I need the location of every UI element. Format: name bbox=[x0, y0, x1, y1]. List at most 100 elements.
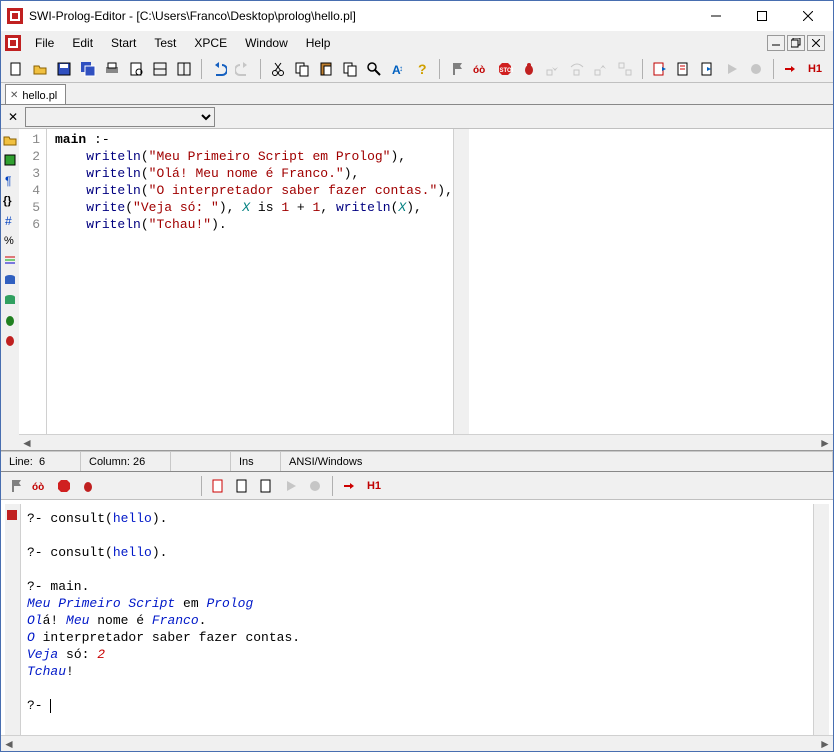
split-horizontal-icon[interactable] bbox=[149, 58, 171, 80]
copy-icon[interactable] bbox=[291, 58, 313, 80]
h1-icon[interactable]: H1 bbox=[804, 58, 826, 80]
to-h-icon[interactable] bbox=[780, 58, 802, 80]
open-file-icon[interactable] bbox=[29, 58, 51, 80]
menu-file[interactable]: File bbox=[27, 33, 62, 53]
goto-line-icon[interactable] bbox=[232, 475, 254, 497]
trace-icon[interactable]: óò bbox=[29, 475, 51, 497]
run-icon[interactable] bbox=[721, 58, 743, 80]
font-icon[interactable]: A↕ bbox=[387, 58, 409, 80]
mdi-controls bbox=[767, 35, 829, 51]
paste-icon[interactable] bbox=[315, 58, 337, 80]
run-icon[interactable] bbox=[280, 475, 302, 497]
mdi-close-button[interactable] bbox=[807, 35, 825, 51]
tab-hello[interactable]: ✕ hello.pl bbox=[5, 84, 66, 104]
pilcrow-icon[interactable]: ¶ bbox=[3, 173, 17, 187]
goto-bookmark-icon[interactable] bbox=[697, 58, 719, 80]
record-icon[interactable] bbox=[304, 475, 326, 497]
bug-green-icon[interactable] bbox=[3, 313, 17, 327]
symbol-dropdown[interactable] bbox=[25, 107, 215, 127]
mdi-minimize-button[interactable] bbox=[767, 35, 785, 51]
menu-start[interactable]: Start bbox=[103, 33, 144, 53]
separator-icon bbox=[260, 59, 261, 79]
bug-red-icon[interactable] bbox=[3, 333, 17, 347]
step-out-icon[interactable] bbox=[149, 475, 171, 497]
step-into-icon[interactable] bbox=[101, 475, 123, 497]
h1-icon[interactable]: H1 bbox=[363, 475, 385, 497]
folder-icon[interactable] bbox=[3, 133, 17, 147]
run-to-cursor-icon[interactable] bbox=[173, 475, 195, 497]
save-all-icon[interactable] bbox=[77, 58, 99, 80]
goto-definition-icon[interactable] bbox=[208, 475, 230, 497]
app-icon-small bbox=[5, 35, 21, 51]
bug-icon[interactable] bbox=[77, 475, 99, 497]
help-icon[interactable]: ? bbox=[411, 58, 433, 80]
close-panel-icon[interactable]: ✕ bbox=[5, 110, 21, 124]
db-green-icon[interactable] bbox=[3, 293, 17, 307]
to-h-icon[interactable] bbox=[339, 475, 361, 497]
titlebar: SWI-Prolog-Editor - [C:\Users\Franco\Des… bbox=[1, 1, 833, 31]
stop-icon[interactable]: STOP bbox=[494, 58, 516, 80]
console-gutter-icon[interactable] bbox=[5, 508, 20, 522]
percent-icon[interactable]: % bbox=[3, 233, 17, 247]
close-button[interactable] bbox=[785, 1, 831, 31]
status-line: Line: 6 bbox=[1, 452, 81, 471]
status-encoding: ANSI/Windows bbox=[281, 452, 833, 471]
separator-icon bbox=[642, 59, 643, 79]
mdi-restore-button[interactable] bbox=[787, 35, 805, 51]
goto-bookmark-icon[interactable] bbox=[256, 475, 278, 497]
lines-icon[interactable] bbox=[3, 253, 17, 267]
console-horizontal-scrollbar[interactable]: ◄ ► bbox=[1, 735, 833, 751]
bug-icon[interactable] bbox=[518, 58, 540, 80]
status-spacer bbox=[171, 452, 231, 471]
find-icon[interactable] bbox=[363, 58, 385, 80]
horizontal-scrollbar[interactable]: ◄ ► bbox=[19, 434, 833, 450]
stop-icon[interactable] bbox=[53, 475, 75, 497]
flag-icon[interactable] bbox=[5, 475, 27, 497]
trace-icon[interactable]: óò bbox=[470, 58, 492, 80]
step-into-icon[interactable] bbox=[542, 58, 564, 80]
scroll-left-icon[interactable]: ◄ bbox=[19, 435, 35, 450]
app-icon bbox=[7, 8, 23, 24]
cut-icon[interactable] bbox=[267, 58, 289, 80]
menu-help[interactable]: Help bbox=[298, 33, 339, 53]
menu-xpce[interactable]: XPCE bbox=[186, 33, 235, 53]
duplicate-icon[interactable] bbox=[339, 58, 361, 80]
code-body[interactable]: 123456 main :- writeln("Meu Primeiro Scr… bbox=[19, 129, 833, 434]
goto-line-icon[interactable] bbox=[673, 58, 695, 80]
console-vertical-scrollbar[interactable] bbox=[813, 504, 829, 735]
step-over-icon[interactable] bbox=[566, 58, 588, 80]
flag-icon[interactable] bbox=[446, 58, 468, 80]
print-preview-icon[interactable] bbox=[125, 58, 147, 80]
braces-icon[interactable]: {} bbox=[3, 193, 17, 207]
vertical-scrollbar[interactable] bbox=[453, 129, 469, 434]
redo-icon[interactable] bbox=[232, 58, 254, 80]
scroll-right-icon[interactable]: ► bbox=[817, 435, 833, 450]
code-text[interactable]: main :- writeln("Meu Primeiro Script em … bbox=[47, 129, 453, 434]
scroll-right-icon[interactable]: ► bbox=[817, 736, 833, 751]
scroll-left-icon[interactable]: ◄ bbox=[1, 736, 17, 751]
svg-text:¶: ¶ bbox=[5, 174, 11, 187]
book-icon[interactable] bbox=[3, 153, 17, 167]
db-blue-icon[interactable] bbox=[3, 273, 17, 287]
split-vertical-icon[interactable] bbox=[173, 58, 195, 80]
print-icon[interactable] bbox=[101, 58, 123, 80]
new-file-icon[interactable] bbox=[5, 58, 27, 80]
undo-icon[interactable] bbox=[208, 58, 230, 80]
record-icon[interactable] bbox=[745, 58, 767, 80]
save-icon[interactable] bbox=[53, 58, 75, 80]
minimize-button[interactable] bbox=[693, 1, 739, 31]
line-numbers: 123456 bbox=[19, 129, 47, 434]
editor-area: ¶ {} # % 123456 main :- writeln("Meu Pri… bbox=[1, 129, 833, 451]
console-text[interactable]: ?- consult(hello). ?- consult(hello). ?-… bbox=[21, 504, 813, 735]
goto-definition-icon[interactable] bbox=[649, 58, 671, 80]
maximize-button[interactable] bbox=[739, 1, 785, 31]
step-out-icon[interactable] bbox=[590, 58, 612, 80]
menu-window[interactable]: Window bbox=[237, 33, 296, 53]
tab-close-icon[interactable]: ✕ bbox=[10, 90, 18, 101]
step-over-icon[interactable] bbox=[125, 475, 147, 497]
menu-test[interactable]: Test bbox=[146, 33, 184, 53]
hash-icon[interactable]: # bbox=[3, 213, 17, 227]
menu-edit[interactable]: Edit bbox=[64, 33, 101, 53]
editor-toolbar: ✕ bbox=[1, 105, 833, 129]
run-to-cursor-icon[interactable] bbox=[614, 58, 636, 80]
